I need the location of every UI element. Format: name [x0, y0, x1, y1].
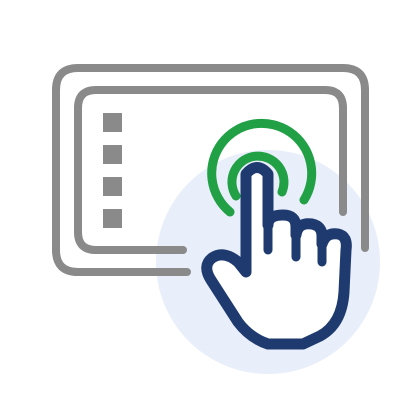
- menu-square: [103, 145, 122, 164]
- menu-square: [103, 113, 122, 132]
- touch-screen-icon-canvas: [0, 0, 418, 418]
- menu-square: [103, 177, 122, 196]
- menu-square: [103, 209, 122, 228]
- touchscreen-tap-icon: [52, 64, 380, 374]
- menu-squares: [103, 113, 122, 228]
